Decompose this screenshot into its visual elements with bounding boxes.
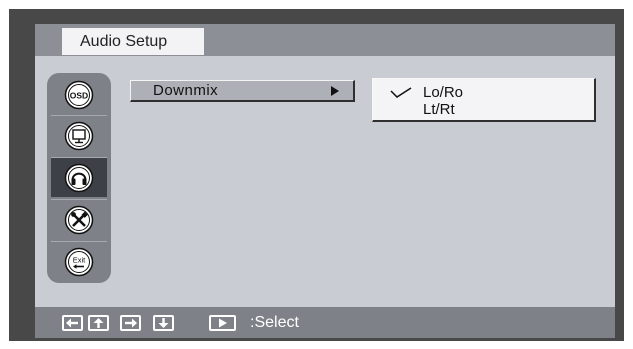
sidebar-item-osd[interactable]: OSD (51, 75, 107, 115)
page-title: Audio Setup (62, 28, 204, 55)
sidebar-icon-column: OSD Exit (47, 73, 111, 283)
osd-icon: OSD (64, 80, 94, 110)
sidebar-item-tools[interactable] (51, 199, 107, 239)
left-arrow-icon (66, 318, 78, 328)
nav-key-right (120, 315, 141, 331)
tools-icon (64, 205, 94, 234)
menu-item-downmix[interactable]: Downmix (130, 80, 355, 102)
play-icon (219, 318, 227, 328)
menu-item-label: Downmix (153, 82, 219, 99)
exit-icon: Exit (64, 247, 94, 276)
exit-icon-label: Exit (73, 255, 86, 264)
sidebar-item-exit[interactable]: Exit (51, 241, 107, 281)
osd-icon-label: OSD (70, 91, 88, 101)
option-lt-rt[interactable]: Lt/Rt (423, 101, 455, 118)
submenu-arrow-icon (331, 86, 339, 96)
nav-key-left (62, 315, 83, 331)
headphones-icon (64, 163, 94, 192)
select-key (209, 315, 236, 331)
downmix-options: Lo/Ro Lt/Rt (372, 78, 596, 122)
right-arrow-icon (125, 318, 137, 328)
sidebar-item-audio[interactable] (51, 157, 107, 197)
nav-key-up (88, 315, 109, 331)
option-lo-ro[interactable]: Lo/Ro (423, 84, 463, 101)
nav-key-down (153, 315, 174, 331)
select-hint: :Select (250, 314, 299, 331)
down-arrow-icon (158, 318, 169, 328)
up-arrow-icon (93, 318, 104, 328)
monitor-icon (64, 121, 94, 150)
sidebar-item-display[interactable] (51, 115, 107, 155)
settings-panel (35, 24, 615, 338)
checkmark-icon (390, 87, 412, 98)
